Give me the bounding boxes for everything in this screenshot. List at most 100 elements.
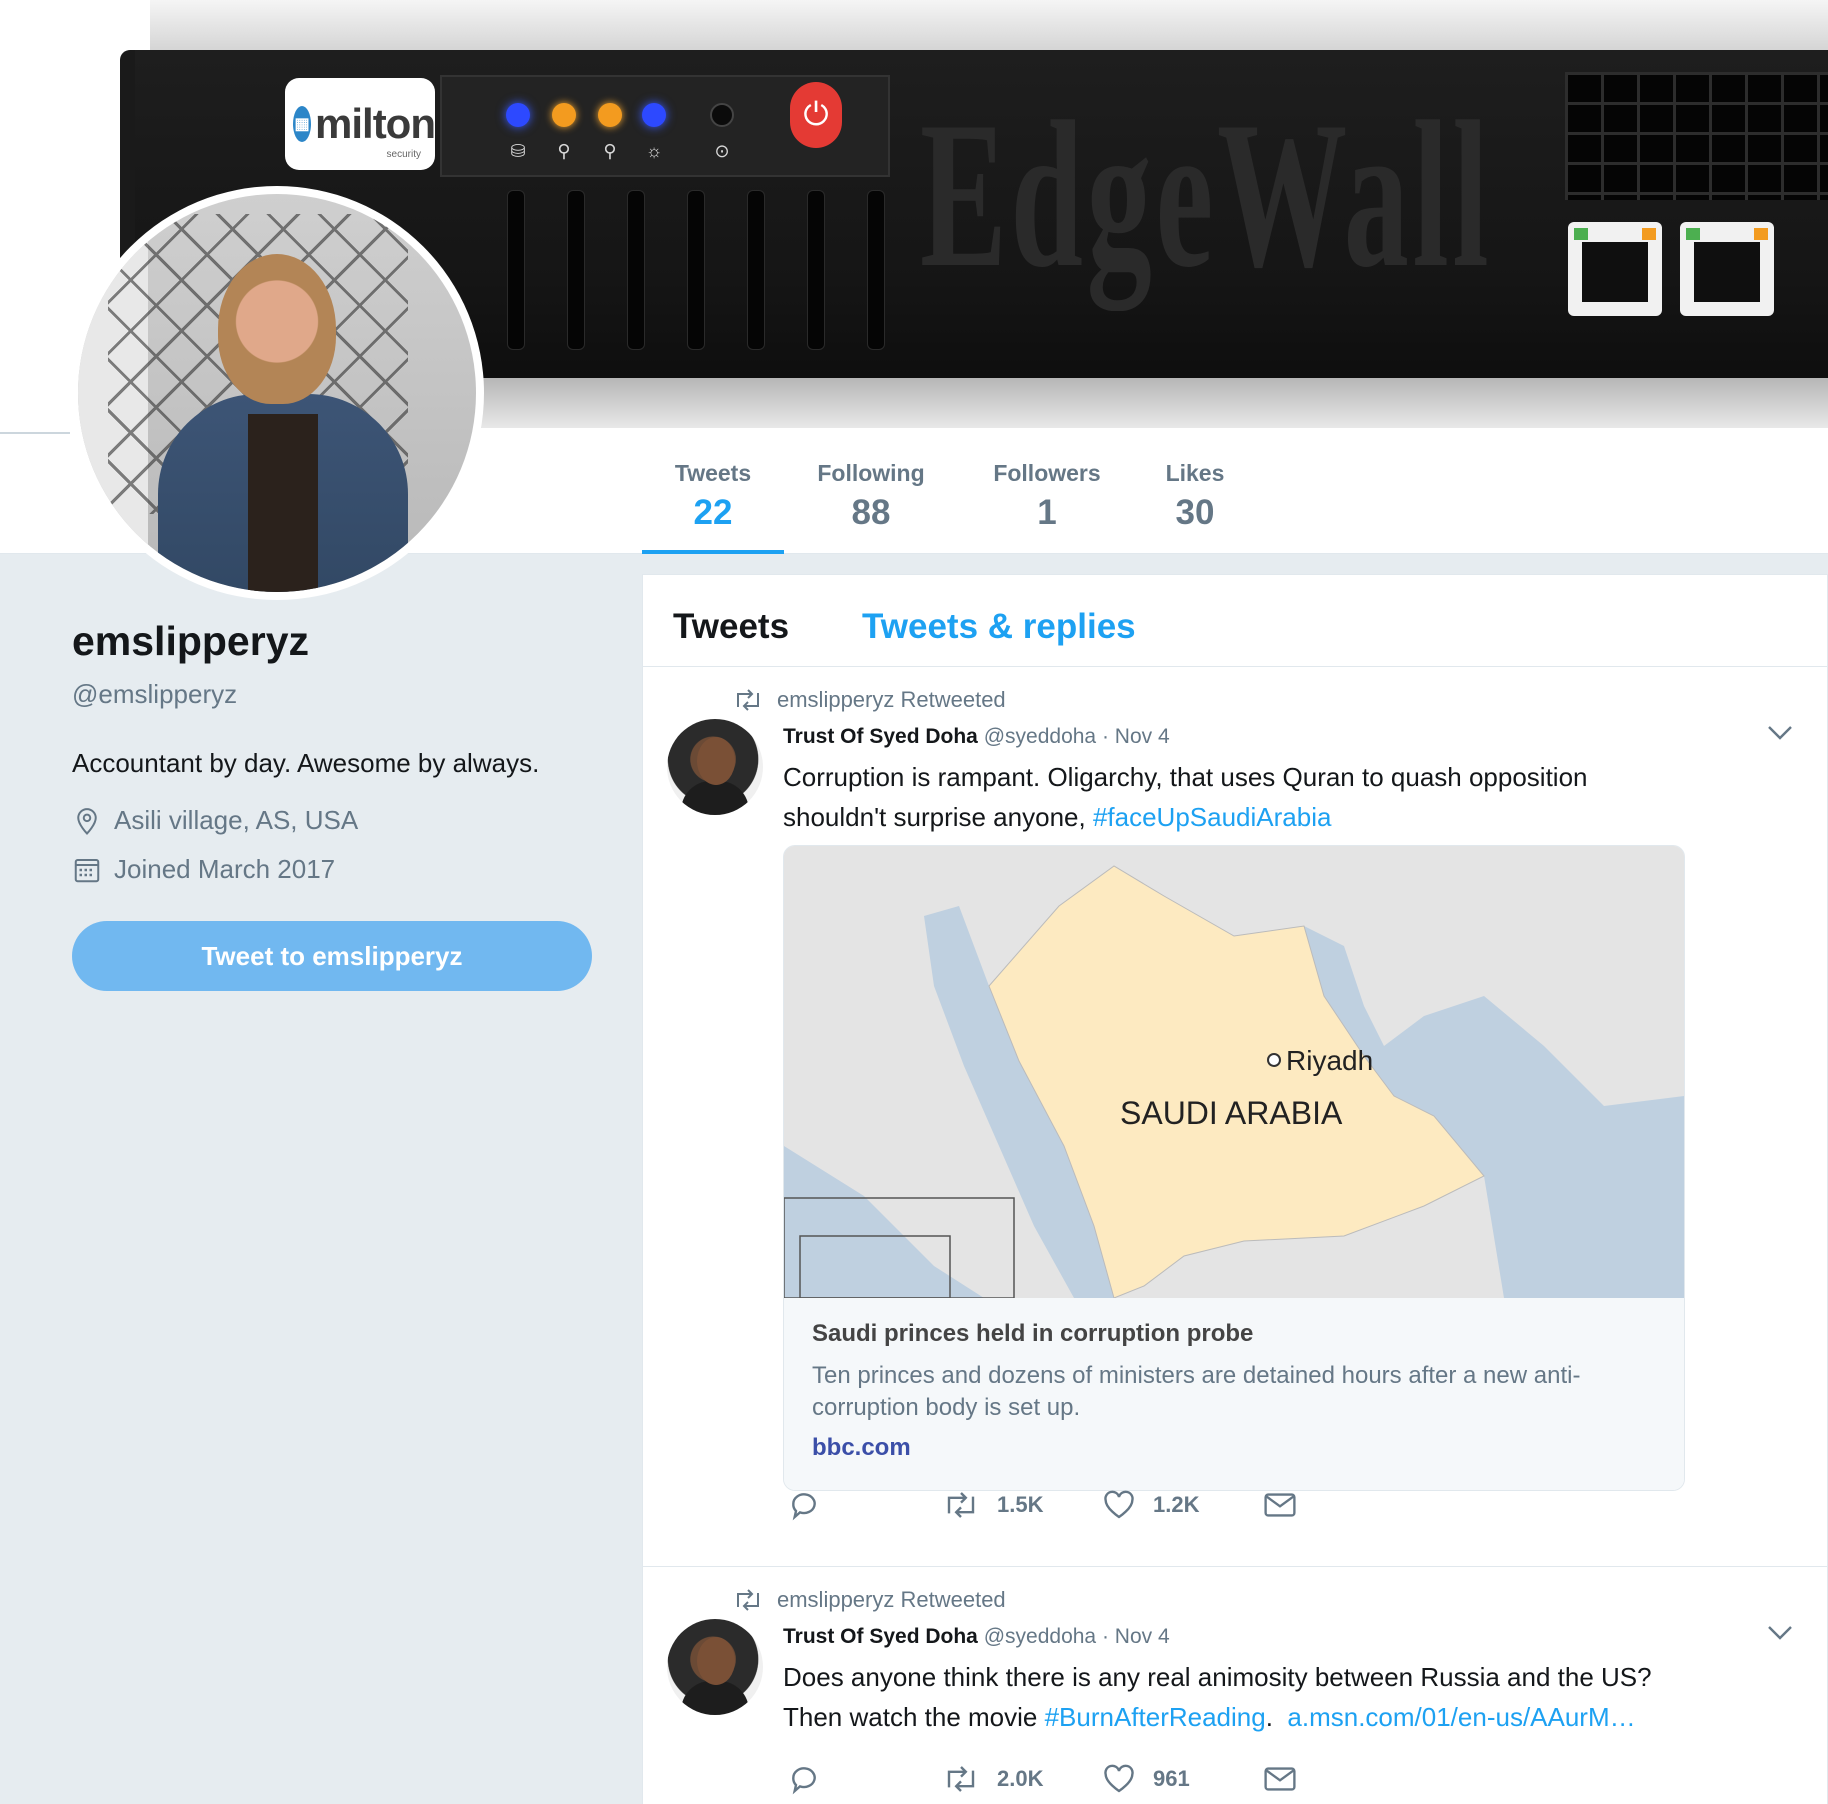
card-map-image: Riyadh SAUDI ARABIA [784,846,1684,1299]
card-description: Ten princes and dozens of ministers are … [812,1360,1656,1424]
like-count: 961 [1153,1766,1190,1791]
display-name[interactable]: emslipperyz [72,618,612,665]
stat-value: 1 [1037,493,1057,532]
chevron-down-icon[interactable] [1767,725,1793,741]
retweet-icon [947,1492,975,1518]
stat-value: 88 [851,493,891,532]
link-card[interactable]: Riyadh SAUDI ARABIA Saudi princes held i… [783,845,1685,1491]
tweet-author-name[interactable]: Trust Of Syed Doha [783,1625,978,1648]
vent-slot [807,190,825,350]
tweet-author-name[interactable]: Trust Of Syed Doha [783,725,978,748]
tweet-author-avatar[interactable] [667,719,763,815]
nav-divider [0,432,70,434]
like-button[interactable]: 961 [1103,1764,1263,1794]
retweet-icon [947,1766,975,1792]
logo-text: milton [315,100,436,147]
retweet-label[interactable]: emslipperyz Retweeted [777,1587,1006,1613]
stat-value: 30 [1175,493,1215,532]
heart-icon [1104,1764,1134,1793]
map-label-country: SAUDI ARABIA [1120,1095,1343,1131]
envelope-icon [1264,1767,1296,1791]
vent-slot [687,190,705,350]
ethernet-port-icon [1568,222,1662,316]
tweet-text-line: shouldn't surprise anyone, #faceUpSaudiA… [783,797,1763,837]
power-icon: ⏻ [790,82,842,148]
location-text: Asili village, AS, USA [114,805,359,835]
hashtag-link[interactable]: #BurnAfterReading [1045,1702,1266,1732]
hashtag-link[interactable]: #faceUpSaudiArabia [1093,802,1332,832]
profile-header-card: emslipperyz @emslipperyz Accountant by d… [72,618,612,991]
tweet-date[interactable]: · Nov 4 [1102,1625,1170,1648]
url-link[interactable]: a.msn.com/01/en-us/AAurM… [1287,1702,1635,1732]
tweet-author-handle[interactable]: @syeddoha [984,1625,1096,1648]
sun-icon: ☼ [645,141,663,161]
stat-following[interactable]: Following 88 [800,432,942,554]
tweet-text: Does anyone think there is any real anim… [783,1657,1763,1737]
edgewall-wordmark: EdgeWall [920,79,1493,311]
tweet-to-button[interactable]: Tweet to emslipperyz [72,921,592,991]
orange-led-icon [598,103,622,127]
tweet-text: Corruption is rampant. Oligarchy, that u… [783,757,1763,837]
card-url: bbc.com [812,1434,911,1461]
milton-logo: ▦ milton security [285,78,436,170]
like-button[interactable]: 1.2K [1103,1490,1263,1520]
direct-message-button[interactable] [1263,1765,1297,1793]
vent-grille [1565,72,1828,200]
tweet-date[interactable]: · Nov 4 [1102,725,1170,748]
reply-button[interactable] [788,1763,943,1795]
chevron-down-icon[interactable] [1767,1625,1793,1641]
stat-tweets[interactable]: Tweets 22 [642,432,784,554]
stat-label: Followers [993,460,1101,486]
timeline-tabs: Tweets Tweets & replies [643,575,1827,667]
tweet-text-line: Then watch the movie #BurnAfterReading. … [783,1697,1763,1737]
calendar-icon [74,858,100,882]
tweet-author-avatar[interactable] [667,1619,763,1715]
avatar-photo [78,194,476,592]
tab-tweets[interactable]: Tweets [673,607,789,647]
profile-avatar[interactable] [70,186,484,600]
retweet-count: 1.5K [997,1492,1044,1517]
retweet-icon [737,689,759,711]
joined-text: Joined March 2017 [114,854,336,884]
status-led-icon [710,103,734,127]
stat-likes[interactable]: Likes 30 [1130,432,1260,554]
tweet-text-line: Corruption is rampant. Oligarchy, that u… [783,762,1588,792]
retweet-button[interactable]: 1.5K [943,1491,1103,1519]
vents [445,180,905,350]
screen-name[interactable]: @emslipperyz [72,679,612,710]
profile-joined: Joined March 2017 [72,854,612,885]
tab-tweets-replies[interactable]: Tweets & replies [862,607,1136,647]
tweet-text-part: Then watch the movie [783,1702,1045,1732]
envelope-icon [1264,1493,1296,1517]
reply-icon [792,1767,816,1795]
location-pin-icon [77,807,97,835]
tweet-actions: 1.5K 1.2K [788,1489,1297,1521]
like-count: 1.2K [1153,1492,1200,1517]
stat-followers[interactable]: Followers 1 [976,432,1118,554]
tweet[interactable]: emslipperyz Retweeted Trust Of Syed Doha… [643,667,1827,1567]
retweet-button[interactable]: 2.0K [943,1765,1103,1793]
blue-led-icon [642,103,666,127]
retweet-icon [737,1589,759,1611]
vent-slot [867,190,885,350]
stat-label: Likes [1165,460,1225,486]
card-description-line: corruption body is set up. [812,1394,1081,1421]
retweet-context: emslipperyz Retweeted [733,687,1006,713]
retweet-label[interactable]: emslipperyz Retweeted [777,687,1006,713]
reply-button[interactable] [788,1489,943,1521]
profile-bio: Accountant by day. Awesome by always. [72,748,540,778]
timeline: Tweets Tweets & replies emslipperyz Retw… [642,574,1828,1804]
card-body: Saudi princes held in corruption probe T… [784,1298,1684,1490]
vent-slot [567,190,585,350]
map-label-riyadh: Riyadh [1286,1045,1373,1076]
disk-icon: ⛁ [510,141,526,161]
milton-logo-icon: ▦ [293,106,312,142]
reply-icon [792,1493,816,1521]
retweet-count: 2.0K [997,1766,1044,1791]
network-icon: ⚲ [603,141,617,161]
ethernet-port-icon [1680,222,1774,316]
tweet[interactable]: emslipperyz Retweeted Trust Of Syed Doha… [643,1567,1827,1804]
tweet-author-handle[interactable]: @syeddoha [984,725,1096,748]
blue-led-icon [506,103,530,127]
direct-message-button[interactable] [1263,1491,1297,1519]
